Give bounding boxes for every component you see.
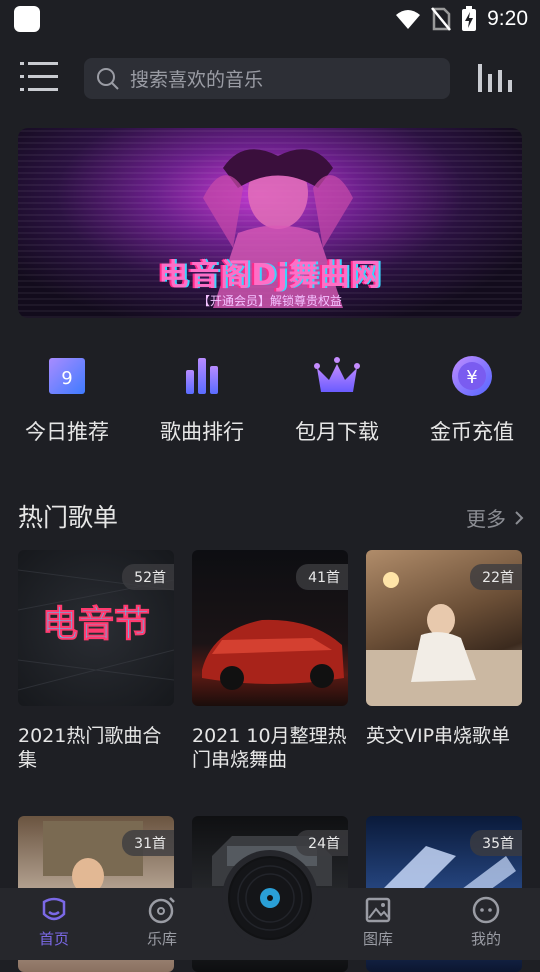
nav-label-library: 乐库 [146,930,177,948]
menu-icon[interactable] [20,60,58,94]
image-icon [365,897,391,923]
nav-profile[interactable]: 我的 [446,896,526,949]
yen-coin-icon: ¥ [452,356,492,396]
smiley-face-icon [472,896,500,924]
song-count-badge: 31首 [122,830,174,856]
quick-label-ranking: 歌曲排行 [160,420,244,444]
crown-icon [314,357,360,392]
nav-label-home: 首页 [38,930,69,948]
clock: 9:20 [487,7,528,30]
vinyl-record-icon [148,897,175,924]
nav-gallery[interactable]: 图库 [338,896,418,949]
playlist-cover: 41首 [192,550,348,706]
banner-title: 电音阁Dj舞曲网 [158,258,382,293]
promo-banner[interactable]: 电音阁Dj舞曲网 【开通会员】解锁尊贵权益 [18,128,522,318]
quick-label-recharge: 金币充值 [430,420,514,444]
bar-chart-icon [186,358,218,394]
search-bar[interactable]: 搜索喜欢的音乐 [84,58,450,99]
nav-label-profile: 我的 [470,930,501,948]
quick-song-ranking[interactable]: 歌曲排行 [137,352,267,452]
banner-subtitle: 【开通会员】解锁尊贵权益 [197,294,342,308]
quick-monthly-download[interactable]: 包月下载 [272,352,402,452]
playlist-card[interactable]: 22首 英文VIP串烧歌单 [366,550,522,748]
playlist-title: 英文VIP串烧歌单 [366,725,511,747]
section-title-hot-playlists: 热门歌单 [18,503,119,532]
home-icon [42,897,66,921]
search-icon [97,67,119,90]
app-notification-icon [14,6,40,32]
playlist-card[interactable]: 41首 2021 10月整理热门串烧舞曲 [192,550,348,772]
yen-symbol: ¥ [466,367,477,388]
battery-charging-icon [462,6,477,31]
quick-label-daily: 今日推荐 [25,420,109,444]
quick-daily-recommend[interactable]: 9 今日推荐 [2,352,132,452]
song-count-badge: 52首 [122,564,174,590]
song-count-badge: 24首 [296,830,348,856]
cover-art-text: 电音节 [42,604,150,645]
calendar-day-number: 9 [61,368,72,389]
no-sim-icon [431,7,452,31]
song-count-badge: 41首 [296,564,348,590]
quick-label-download: 包月下载 [295,420,379,444]
equalizer-icon[interactable] [476,62,514,94]
status-bar: 9:20 [0,0,540,40]
song-count-badge: 22首 [470,564,522,590]
search-placeholder: 搜索喜欢的音乐 [130,69,264,91]
nav-library[interactable]: 乐库 [122,896,202,949]
more-link[interactable]: 更多 [466,503,524,532]
playlist-card[interactable]: 电音节 52首 2021热门歌曲合集 [18,550,174,772]
calendar-9-icon: 9 [49,358,85,394]
nav-home[interactable]: 首页 [14,896,94,949]
song-count-badge: 35首 [470,830,522,856]
chevron-right-icon [515,510,524,525]
playlist-title: 2021热门歌曲合集 [18,725,162,771]
wifi-icon [396,10,421,29]
vinyl-disc-icon [230,858,310,938]
playlist-cover: 电音节 52首 [18,550,174,706]
now-playing-disc[interactable] [228,856,312,940]
quick-coin-recharge[interactable]: ¥ 金币充值 [407,352,537,452]
nav-label-gallery: 图库 [362,930,393,948]
playlist-title: 2021 10月整理热门串烧舞曲 [192,725,347,771]
more-label: 更多 [466,507,506,531]
playlist-cover: 22首 [366,550,522,706]
